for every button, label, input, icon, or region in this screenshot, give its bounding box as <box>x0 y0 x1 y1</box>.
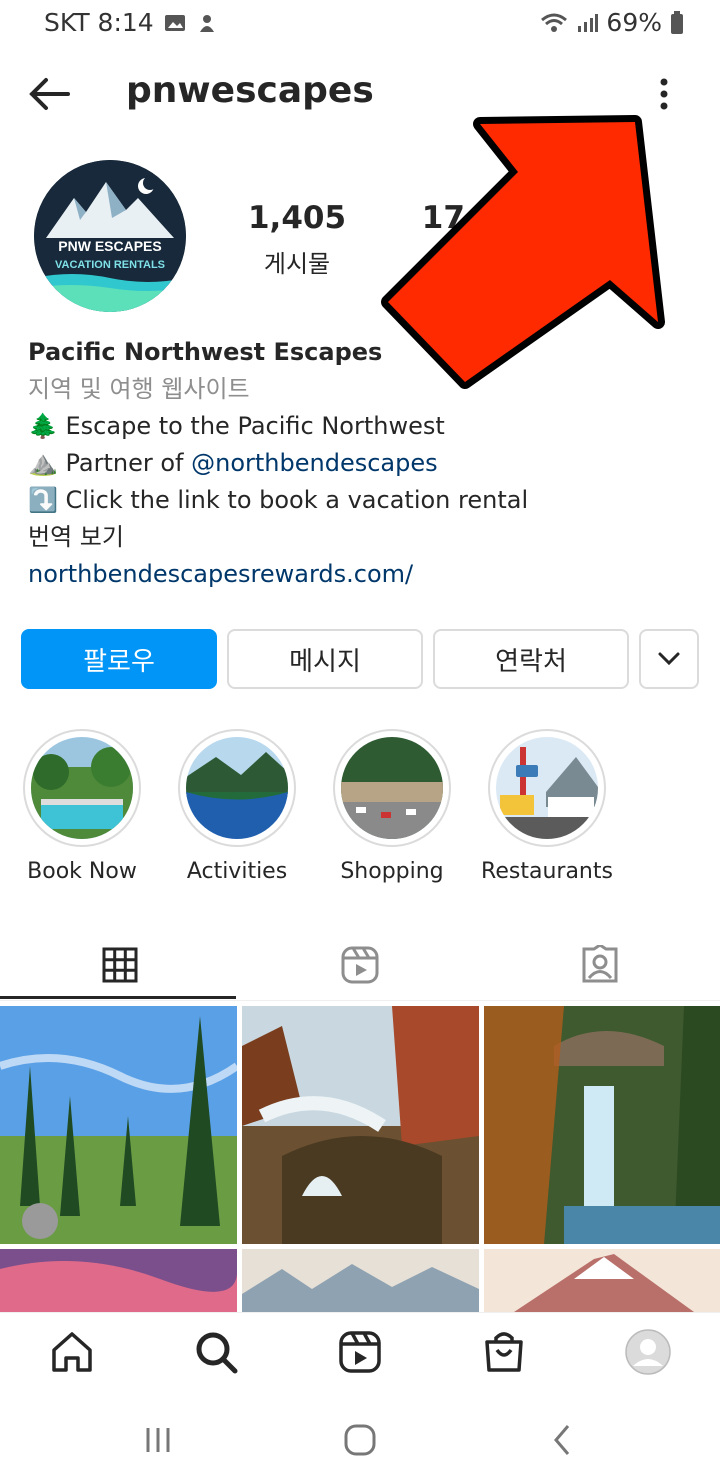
highlight-ring <box>178 729 296 847</box>
profile-icon <box>625 1329 671 1375</box>
bio-line-1: 🌲 Escape to the Pacific Northwest <box>28 412 445 440</box>
follow-button[interactable]: 팔로우 <box>21 629 217 689</box>
highlight-ring <box>488 729 606 847</box>
home-system-button[interactable] <box>342 1422 378 1462</box>
post-thumbnail[interactable] <box>0 1006 237 1244</box>
post-thumbnail[interactable] <box>484 1249 720 1312</box>
highlight-ring <box>333 729 451 847</box>
red-arrow-annotation <box>380 92 680 392</box>
gallery-icon <box>164 14 185 31</box>
nav-reels[interactable] <box>330 1322 390 1382</box>
system-navigation <box>0 1400 720 1480</box>
highlight-book-now[interactable]: Book Now <box>21 729 143 884</box>
status-left: SKT 8:14 <box>44 8 218 37</box>
highlight-thumbnail <box>496 737 598 839</box>
post-thumbnail[interactable] <box>484 1006 720 1244</box>
tagged-icon <box>582 945 618 983</box>
shop-icon <box>485 1332 523 1372</box>
avatar[interactable]: PNW ESCAPES VACATION RENTALS <box>34 160 186 312</box>
highlight-restaurants[interactable]: Restaurants <box>481 729 613 884</box>
tab-reels[interactable] <box>240 930 480 1000</box>
posts-stat[interactable]: 1,405 게시물 <box>236 200 358 279</box>
recent-apps-icon <box>146 1428 170 1452</box>
app-notification-icon <box>199 14 214 32</box>
contact-button[interactable]: 연락처 <box>433 629 629 689</box>
post-thumbnail[interactable] <box>0 1249 237 1312</box>
highlight-activities[interactable]: Activities <box>176 729 298 884</box>
reels-icon <box>339 1331 381 1373</box>
svg-text:PNW ESCAPES: PNW ESCAPES <box>58 238 161 254</box>
reels-icon <box>341 946 379 984</box>
bio-line-3: ⤵️ Click the link to book a vacation ren… <box>28 486 529 514</box>
profile-tabs <box>0 930 720 1001</box>
battery-icon <box>671 10 683 34</box>
tab-tagged[interactable] <box>480 930 720 1000</box>
grid-icon <box>102 947 138 983</box>
carrier-time: SKT 8:14 <box>44 8 154 37</box>
nav-shop[interactable] <box>474 1322 534 1382</box>
status-right: 69% <box>540 8 684 37</box>
back-system-button[interactable] <box>544 1422 580 1462</box>
post-thumbnail[interactable] <box>242 1249 479 1312</box>
arrow-up-right-icon <box>381 115 665 389</box>
arrow-left-icon <box>29 78 70 110</box>
home-circle-icon <box>344 1424 376 1456</box>
message-button[interactable]: 메시지 <box>227 629 423 689</box>
chevron-left-icon <box>554 1425 570 1455</box>
highlight-thumbnail <box>186 737 288 839</box>
highlight-label: Restaurants <box>481 859 613 884</box>
nav-search[interactable] <box>186 1322 246 1382</box>
status-bar: SKT 8:14 69% <box>0 0 720 48</box>
suggestions-button[interactable] <box>639 629 699 689</box>
search-icon <box>196 1332 238 1374</box>
bio-line-2: ⛰️ Partner of @northbendescapes <box>28 445 708 482</box>
translate-link[interactable]: 번역 보기 <box>28 519 708 556</box>
active-tab-indicator <box>0 996 236 999</box>
nav-profile[interactable] <box>618 1322 678 1382</box>
home-icon <box>52 1332 92 1372</box>
profile-username: pnwescapes <box>126 70 374 111</box>
bio-line-2-text: ⛰️ Partner of <box>28 449 192 477</box>
posts-count: 1,405 <box>247 200 347 236</box>
highlight-thumbnail <box>31 737 133 839</box>
battery-percent: 69% <box>606 8 662 37</box>
nav-home[interactable] <box>42 1322 102 1382</box>
svg-text:VACATION RENTALS: VACATION RENTALS <box>55 259 165 271</box>
back-button[interactable] <box>26 74 72 114</box>
signal-icon <box>578 13 599 32</box>
post-thumbnail[interactable] <box>242 1006 479 1244</box>
highlight-ring <box>23 729 141 847</box>
avatar-logo: PNW ESCAPES VACATION RENTALS <box>34 160 186 312</box>
website-link[interactable]: northbendescapesrewards.com/ <box>28 556 708 593</box>
chevron-down-icon <box>658 652 680 666</box>
recent-apps-button[interactable] <box>140 1422 176 1462</box>
wifi-icon <box>541 13 568 32</box>
tab-posts-grid[interactable] <box>0 930 240 1000</box>
posts-label: 게시물 <box>263 250 331 278</box>
highlight-shopping[interactable]: Shopping <box>331 729 453 884</box>
mention-link[interactable]: @northbendescapes <box>191 449 438 477</box>
highlight-thumbnail <box>341 737 443 839</box>
